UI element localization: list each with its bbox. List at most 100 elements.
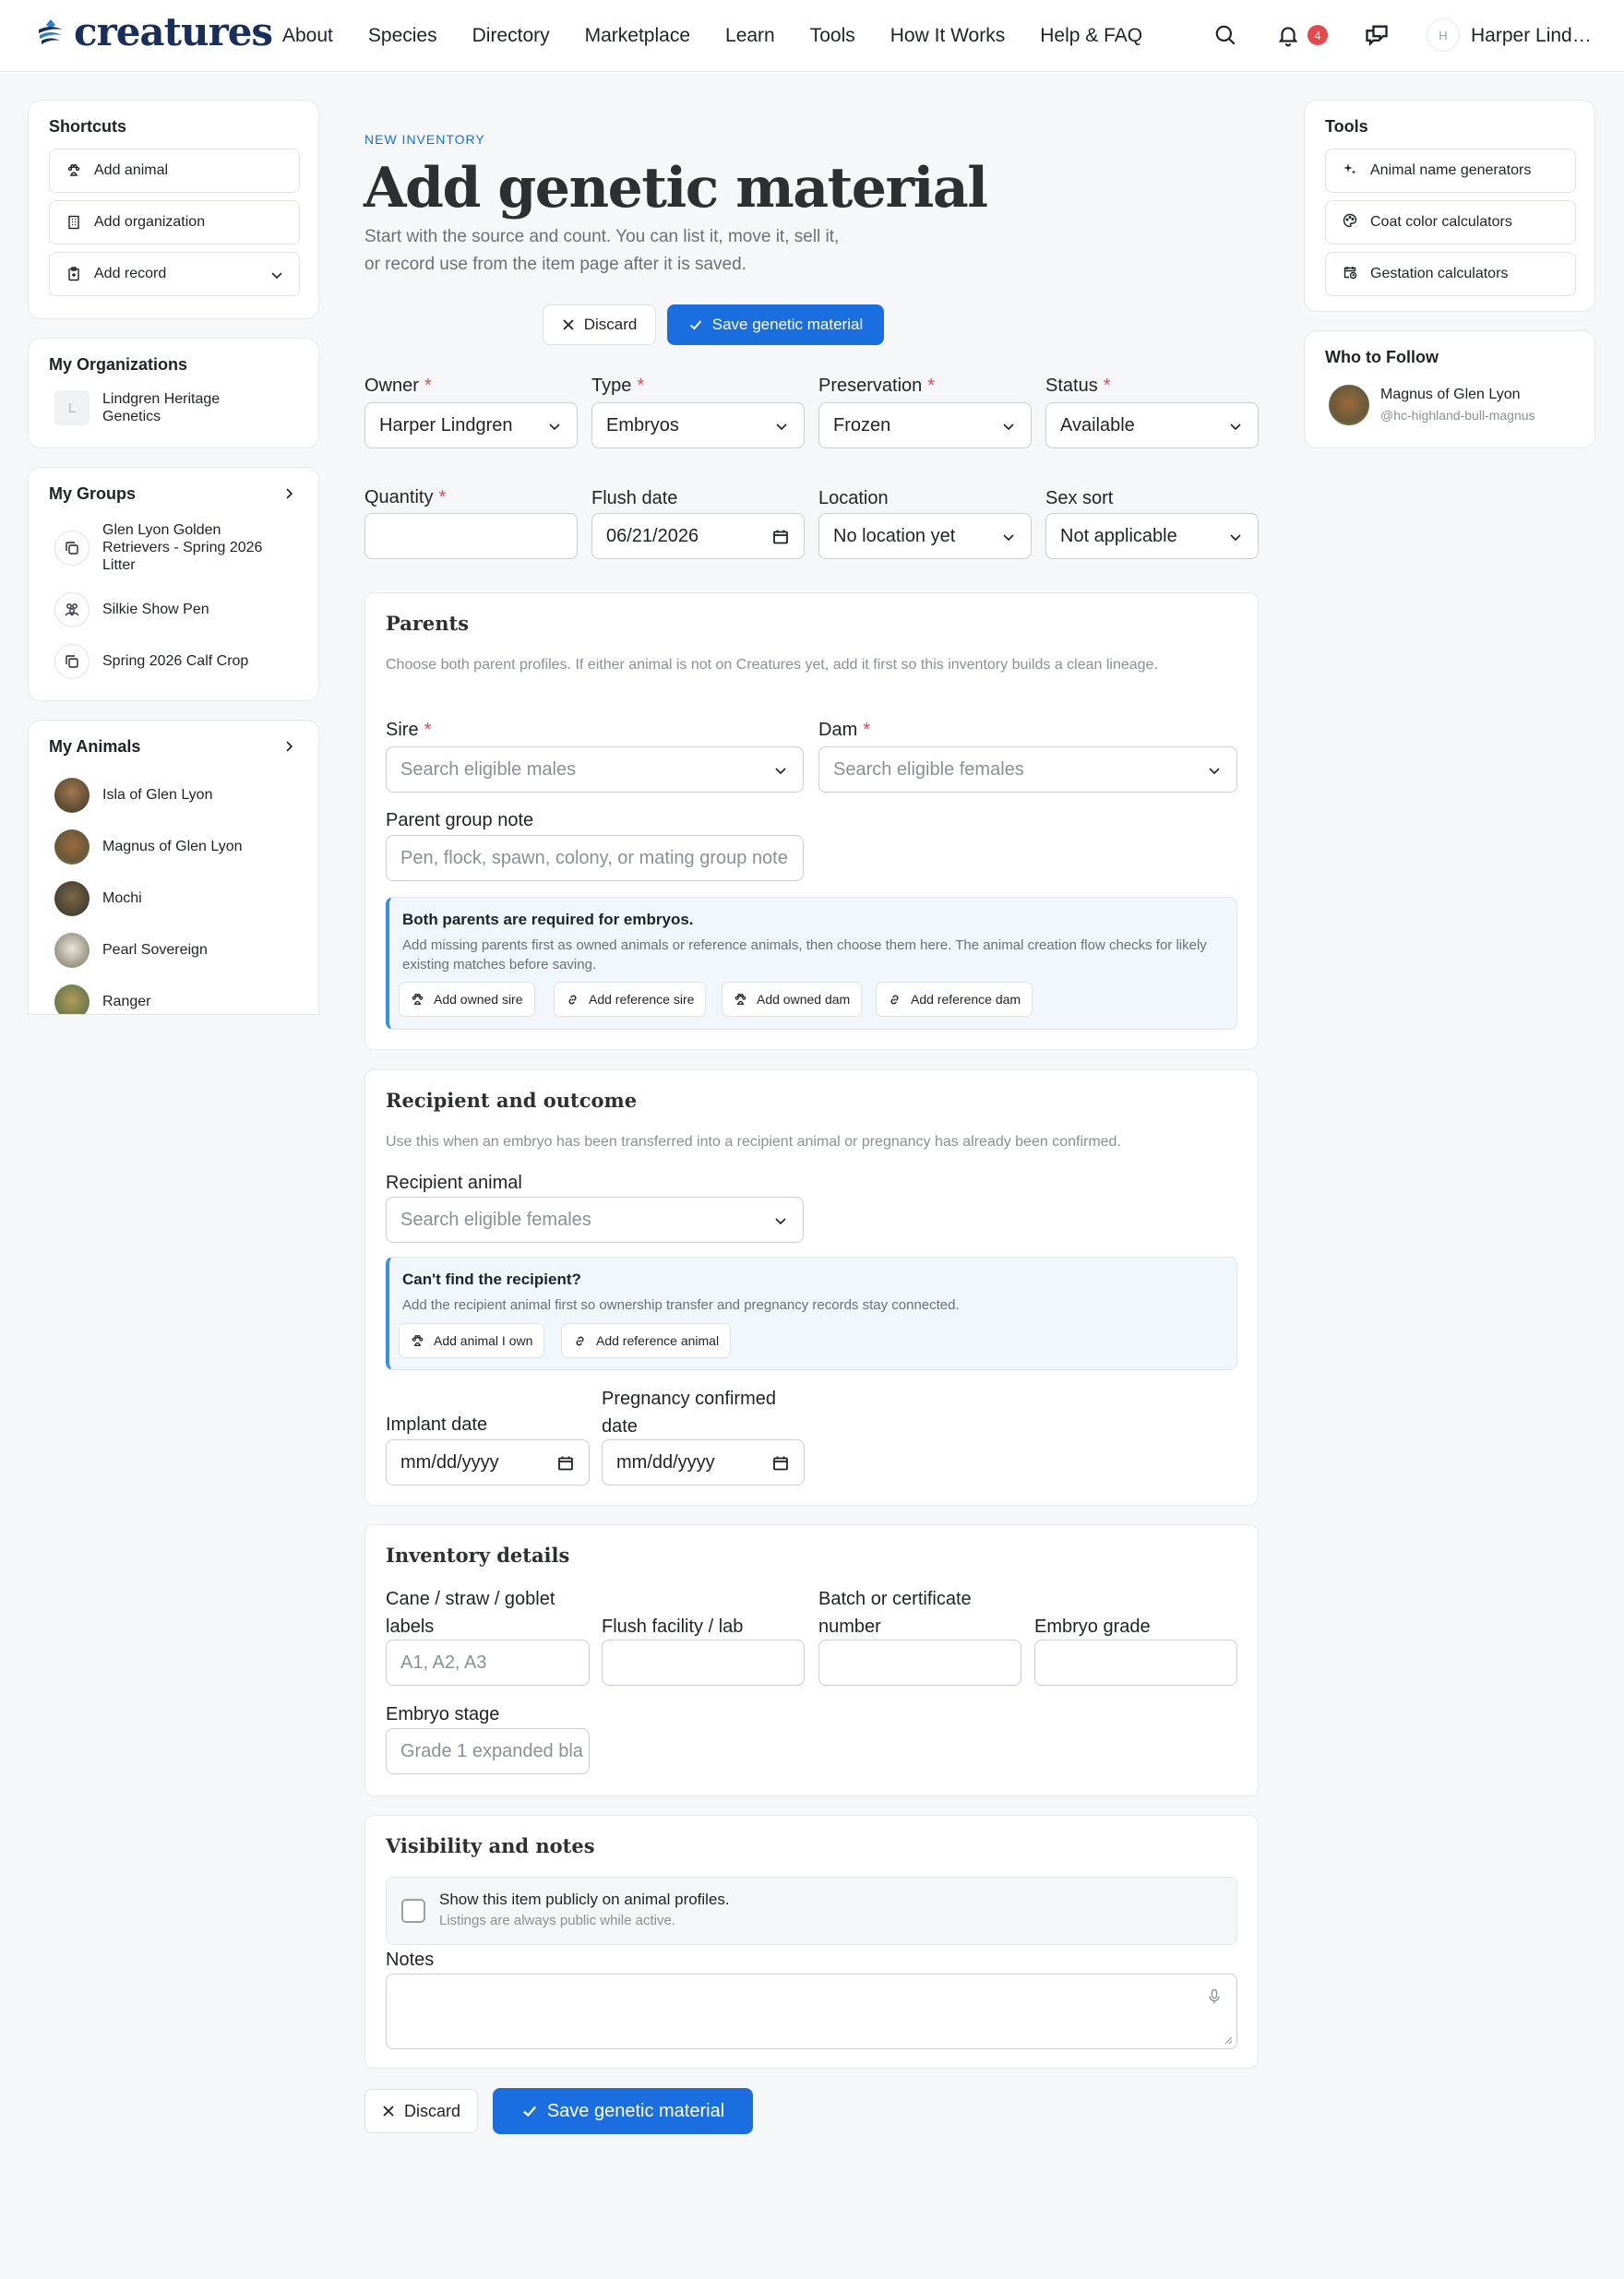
animal-name: Pearl Sovereign: [102, 942, 208, 958]
recipient-callout: Can't find the recipient? Add the recipi…: [386, 1257, 1237, 1370]
nav-species[interactable]: Species: [368, 22, 437, 50]
name-generator-label: Animal name generators: [1370, 162, 1532, 178]
follow-avatar[interactable]: [1329, 385, 1369, 425]
public-checkbox[interactable]: [401, 1899, 425, 1923]
facility-input[interactable]: [602, 1640, 805, 1686]
save-button[interactable]: Save genetic material: [667, 304, 884, 345]
bell-icon[interactable]: [1272, 18, 1305, 52]
nav-how-it-works[interactable]: How It Works: [890, 22, 1005, 50]
chevron-down-icon: [1230, 424, 1241, 431]
parents-desc: Choose both parent profiles. If either a…: [386, 657, 1158, 673]
sex-sort-select[interactable]: Not applicable: [1045, 513, 1259, 559]
add-organization-button[interactable]: Add organization: [49, 200, 300, 245]
gestation-button[interactable]: Gestation calculators: [1325, 252, 1576, 296]
recipient-animal-select[interactable]: Search eligible females: [386, 1197, 804, 1243]
coat-color-label: Coat color calculators: [1370, 214, 1512, 230]
nav-marketplace[interactable]: Marketplace: [585, 22, 690, 50]
building-icon: [66, 215, 81, 230]
add-reference-dam-button[interactable]: Add reference dam: [876, 982, 1033, 1017]
microphone-icon[interactable]: [1207, 1988, 1222, 2005]
close-icon: [563, 319, 574, 330]
messages-icon[interactable]: [1360, 18, 1393, 52]
check-icon: [689, 320, 702, 330]
calendar-clock-icon: [1343, 265, 1357, 284]
discard-label: Discard: [583, 316, 638, 333]
public-checkbox-row[interactable]: Show this item publicly on animal profil…: [386, 1877, 1237, 1945]
tools-title: Tools: [1325, 117, 1368, 136]
name-generator-button[interactable]: Animal name generators: [1325, 149, 1576, 193]
status-select[interactable]: Available: [1045, 402, 1259, 448]
grade-input[interactable]: [1034, 1640, 1237, 1686]
location-select[interactable]: No location yet: [818, 513, 1032, 559]
group-item[interactable]: Silkie Show Pen: [54, 592, 209, 627]
logo[interactable]: creatures: [35, 11, 273, 54]
nav-tools[interactable]: Tools: [810, 22, 855, 50]
nav-directory[interactable]: Directory: [472, 22, 550, 50]
dam-select[interactable]: Search eligible females: [818, 746, 1237, 793]
inventory-title: Inventory details: [386, 1544, 570, 1567]
group-item[interactable]: Spring 2026 Calf Crop: [54, 644, 248, 679]
add-animal-i-own-button[interactable]: Add animal I own: [399, 1323, 545, 1358]
add-reference-animal-button[interactable]: Add reference animal: [561, 1323, 732, 1358]
paw-icon: [412, 1334, 424, 1346]
discard-button[interactable]: Discard: [543, 304, 656, 345]
add-owned-sire-button[interactable]: Add owned sire: [399, 982, 535, 1017]
visibility-section: Visibility and notes Show this item publ…: [364, 1815, 1259, 2069]
animals-title: My Animals: [49, 737, 141, 756]
follow-name[interactable]: Magnus of Glen Lyon: [1380, 387, 1521, 403]
save-button-bottom[interactable]: Save genetic material: [493, 2088, 753, 2134]
chevron-right-icon[interactable]: [281, 739, 296, 754]
type-select[interactable]: Embryos: [591, 402, 805, 448]
animal-item[interactable]: Mochi: [54, 881, 142, 916]
chevron-down-icon: [1230, 534, 1241, 542]
calendar-icon: [558, 1456, 573, 1471]
resize-handle-icon[interactable]: [1224, 2035, 1233, 2045]
owner-select[interactable]: Harper Lindgren: [364, 402, 578, 448]
animal-item[interactable]: Magnus of Glen Lyon: [54, 829, 243, 865]
add-record-button[interactable]: Add record: [49, 252, 300, 296]
search-icon[interactable]: [1209, 18, 1242, 52]
org-item[interactable]: L Lindgren Heritage Genetics: [54, 390, 250, 425]
discard-button-bottom[interactable]: Discard: [364, 2089, 478, 2133]
add-record-label: Add record: [94, 266, 167, 281]
animal-item[interactable]: Ranger: [54, 984, 151, 1014]
coat-color-button[interactable]: Coat color calculators: [1325, 200, 1576, 245]
chevron-right-icon[interactable]: [281, 486, 296, 501]
gestation-label: Gestation calculators: [1370, 266, 1509, 281]
batch-input[interactable]: [818, 1640, 1021, 1686]
animal-item[interactable]: Isla of Glen Lyon: [54, 778, 212, 813]
add-animal-button[interactable]: Add animal: [49, 149, 300, 193]
implant-date-input[interactable]: mm/dd/yyyy: [386, 1439, 590, 1486]
quantity-input[interactable]: [364, 513, 578, 559]
stage-input[interactable]: Grade 1 expanded bla: [386, 1728, 590, 1774]
status-label: Status *: [1045, 376, 1111, 396]
user-name[interactable]: Harper Lind…: [1471, 22, 1592, 50]
sex-sort-label: Sex sort: [1045, 488, 1114, 508]
add-owned-dam-button[interactable]: Add owned dam: [722, 982, 863, 1017]
parents-section: Parents Choose both parent profiles. If …: [364, 592, 1259, 1050]
facility-label: Flush facility / lab: [602, 1617, 744, 1637]
notes-textarea[interactable]: [386, 1974, 1237, 2049]
add-reference-sire-button[interactable]: Add reference sire: [554, 982, 707, 1017]
animal-item[interactable]: Pearl Sovereign: [54, 933, 208, 968]
organizations-title: My Organizations: [49, 355, 188, 374]
animal-name: Ranger: [102, 994, 151, 1009]
preservation-select[interactable]: Frozen: [818, 402, 1032, 448]
follow-handle: @hc-highland-bull-magnus: [1380, 408, 1535, 423]
shortcuts-card: Shortcuts Add animal Add organization Ad…: [28, 100, 319, 319]
nav-learn[interactable]: Learn: [725, 22, 775, 50]
pregnancy-date-input[interactable]: mm/dd/yyyy: [602, 1439, 805, 1486]
nav-help-faq[interactable]: Help & FAQ: [1040, 22, 1142, 50]
paw-icon: [734, 993, 746, 1005]
animal-avatar: [54, 984, 90, 1014]
cane-input[interactable]: A1, A2, A3: [386, 1640, 590, 1686]
add-animal-label: Add animal: [94, 162, 169, 178]
parents-title: Parents: [386, 612, 470, 635]
sire-select[interactable]: Search eligible males: [386, 746, 804, 793]
chevron-down-icon: [1003, 424, 1014, 431]
nav-about[interactable]: About: [282, 22, 333, 50]
group-item[interactable]: Glen Lyon Golden Retrievers - Spring 202…: [54, 521, 287, 574]
user-avatar[interactable]: H: [1427, 18, 1460, 52]
flush-date-input[interactable]: 06/21/2026: [591, 513, 805, 559]
parent-note-input[interactable]: Pen, flock, spawn, colony, or mating gro…: [386, 835, 804, 881]
